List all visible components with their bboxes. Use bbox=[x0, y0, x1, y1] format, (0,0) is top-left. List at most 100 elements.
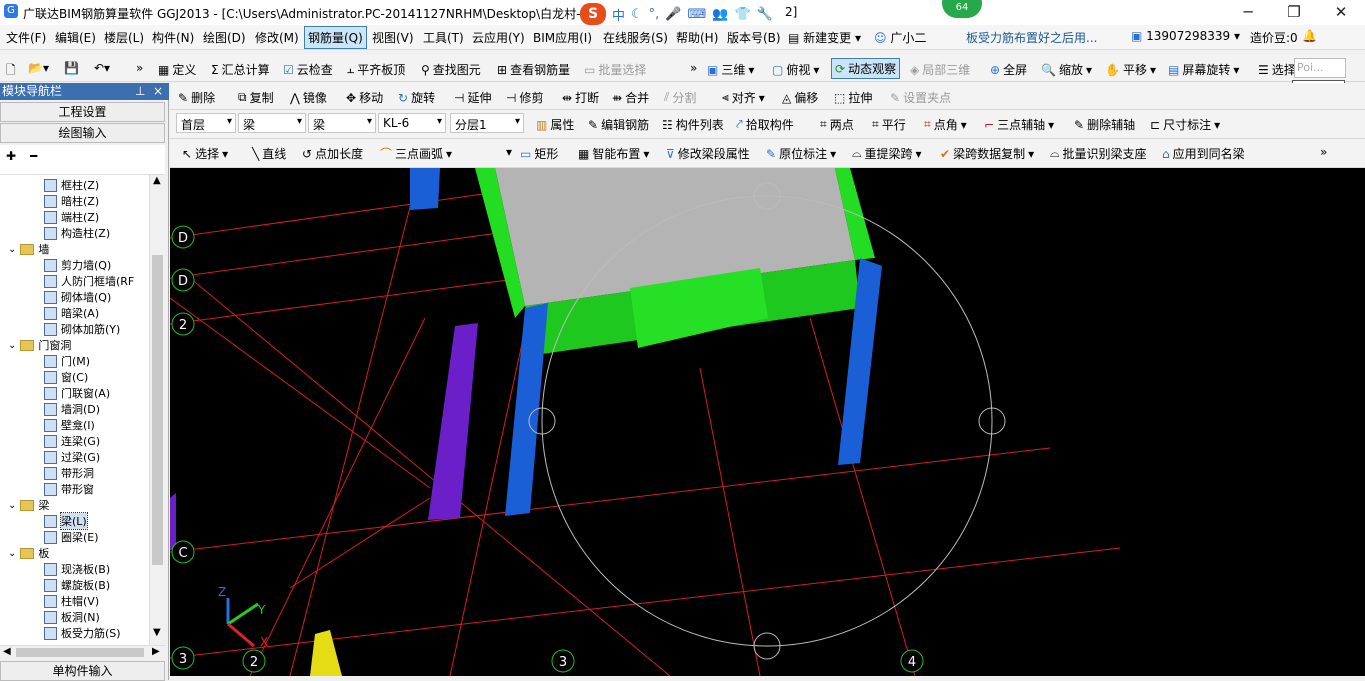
tree-item[interactable]: 门联窗(A) bbox=[44, 385, 110, 401]
column-top-left[interactable] bbox=[410, 168, 440, 210]
column-purple[interactable] bbox=[428, 323, 478, 520]
set-grip-button[interactable]: ✎ 设置夹点 bbox=[890, 89, 951, 106]
scroll-right-icon[interactable]: ▶ bbox=[152, 646, 160, 657]
overflow-chevron-icon[interactable]: » bbox=[136, 61, 143, 75]
tree-item[interactable]: 砌体加筋(Y) bbox=[44, 321, 120, 337]
expand-toggle-icon[interactable]: ⌄ bbox=[8, 340, 16, 351]
new-change-button[interactable]: ▤ 新建变更 ▾ bbox=[788, 29, 861, 46]
overflow-chevron-icon-3[interactable]: » bbox=[1320, 145, 1327, 159]
subtype-select[interactable]: 梁 bbox=[308, 113, 376, 133]
three-point-arc-button[interactable]: ⌒ 三点画弧 ▾ bbox=[380, 145, 452, 162]
tree-group[interactable]: ⌄ 板 bbox=[8, 545, 49, 561]
assistant-button[interactable]: ☺ 广小二 bbox=[874, 29, 926, 46]
find-element-button[interactable]: ⚲ 查找图元 bbox=[421, 61, 481, 78]
tree-item[interactable]: 板受力筋(S) bbox=[44, 625, 121, 641]
menu-draw[interactable]: 绘图(D) bbox=[203, 29, 246, 46]
tree-item[interactable]: 墙洞(D) bbox=[44, 401, 100, 417]
tree-item[interactable]: 砌体墙(Q) bbox=[44, 289, 111, 305]
drawing-canvas-3d[interactable]: D D 2 C 3 2 3 4 Z Y X bbox=[170, 168, 1365, 676]
floor-select[interactable]: 首层 bbox=[176, 113, 236, 133]
sogou-icon[interactable]: S bbox=[580, 3, 606, 25]
tree-item[interactable]: 带形洞 bbox=[44, 465, 94, 481]
tree-item[interactable]: 暗柱(Z) bbox=[44, 193, 99, 209]
tree-item[interactable]: 过梁(G) bbox=[44, 449, 100, 465]
menu-online[interactable]: 在线服务(S) bbox=[603, 29, 668, 46]
line-button[interactable]: ╲ 直线 bbox=[252, 145, 286, 162]
undo-icon[interactable]: ↶▾ bbox=[94, 61, 110, 75]
menu-edit[interactable]: 编辑(E) bbox=[55, 29, 96, 46]
notification-badge[interactable]: 64 bbox=[942, 0, 982, 18]
moon-icon[interactable]: ☾ bbox=[631, 7, 643, 22]
copy-button[interactable]: ⧉ 复制 bbox=[238, 89, 274, 106]
tree-item[interactable]: 螺旋板(B) bbox=[44, 577, 110, 593]
new-file-icon[interactable]: 🗋 bbox=[6, 61, 16, 82]
restore-button[interactable]: ❐ bbox=[1271, 0, 1317, 25]
pin-icon[interactable]: ⊥ bbox=[135, 83, 145, 100]
rotate-button[interactable]: ↻ 旋转 bbox=[398, 89, 435, 106]
tree-group[interactable]: ⌄ 门窗洞 bbox=[8, 337, 71, 353]
tree-group[interactable]: ⌄ 梁 bbox=[8, 497, 49, 513]
tree-item[interactable]: 现浇板(B) bbox=[44, 561, 110, 577]
bell-icon[interactable]: 🔔 bbox=[1302, 29, 1317, 43]
tree-item[interactable]: 窗(C) bbox=[44, 369, 88, 385]
dynamic-observe-button[interactable]: ⟳ 动态观察 bbox=[831, 58, 901, 79]
open-folder-icon[interactable]: 📂▾ bbox=[28, 61, 49, 75]
tree-item[interactable]: 暗梁(A) bbox=[44, 305, 99, 321]
dimension-button[interactable]: ⊏ 尺寸标注 ▾ bbox=[1150, 116, 1220, 133]
overflow-chevron-icon-2[interactable]: » bbox=[690, 61, 697, 75]
component-list-button[interactable]: ☷ 构件列表 bbox=[662, 116, 724, 133]
close-panel-icon[interactable]: × bbox=[153, 83, 163, 100]
menu-cloud[interactable]: 云应用(Y) bbox=[472, 29, 525, 46]
column-front-left[interactable] bbox=[505, 303, 548, 516]
tree-item[interactable]: 剪力墙(Q) bbox=[44, 257, 111, 273]
three-d-button[interactable]: ▣ 三维 ▾ bbox=[707, 61, 754, 78]
smart-layout-button[interactable]: ▦ 智能布置 ▾ bbox=[578, 145, 649, 162]
top-view-button[interactable]: ▢ 俯视 ▾ bbox=[772, 61, 819, 78]
layer-select[interactable]: 分层1 bbox=[450, 113, 524, 133]
re-extract-span-button[interactable]: ⌓ 重提梁跨 ▾ bbox=[852, 145, 922, 162]
scroll-left-icon[interactable]: ◀ bbox=[3, 646, 11, 657]
expand-toggle-icon[interactable]: ⌄ bbox=[8, 500, 16, 511]
scroll-thumb[interactable] bbox=[152, 255, 163, 565]
offset-button[interactable]: ◬ 偏移 bbox=[782, 89, 818, 106]
merge-button[interactable]: ⇻ 合并 bbox=[612, 89, 649, 106]
tree-item[interactable]: 人防门框墙(RF bbox=[44, 273, 134, 289]
tree-item[interactable]: 连梁(G) bbox=[44, 433, 100, 449]
expand-toggle-icon[interactable]: ⌄ bbox=[8, 548, 16, 559]
ime-bar[interactable]: S 中 ☾ °, 🎤 ⌨ 👥 👕 🔧 bbox=[580, 3, 773, 25]
select-button[interactable]: ☰ 选择 bbox=[1258, 61, 1296, 78]
tree-item[interactable]: 框柱(Z) bbox=[44, 177, 99, 193]
menu-bim[interactable]: BIM应用(I) bbox=[533, 29, 592, 46]
define-button[interactable]: ▦ 定义 bbox=[158, 61, 196, 78]
fullscreen-button[interactable]: ⊕ 全屏 bbox=[990, 61, 1027, 78]
project-settings-button[interactable]: 工程设置 bbox=[0, 102, 165, 122]
summary-calc-button[interactable]: Σ 汇总计算 bbox=[211, 61, 270, 78]
break-button[interactable]: ⇹ 打断 bbox=[562, 89, 599, 106]
stretch-button[interactable]: ⬚ 拉伸 bbox=[834, 89, 872, 106]
menu-version[interactable]: 版本号(B) bbox=[727, 29, 781, 46]
align-button[interactable]: ⫷ 对齐 ▾ bbox=[722, 89, 765, 106]
cloud-check-button[interactable]: ☑ 云检查 bbox=[283, 61, 333, 78]
tree-scrollbar[interactable]: ▲ ▼ bbox=[149, 175, 165, 645]
shirt-icon[interactable]: 👕 bbox=[734, 7, 750, 22]
parallel-button[interactable]: ⌗ 平行 bbox=[872, 116, 906, 133]
menu-view[interactable]: 视图(V) bbox=[372, 29, 414, 46]
scroll-down-icon[interactable]: ▼ bbox=[153, 627, 161, 638]
menu-tools[interactable]: 工具(T) bbox=[423, 29, 464, 46]
poi-input[interactable]: Poi... bbox=[1294, 58, 1346, 78]
tree-item[interactable]: 圈梁(E) bbox=[44, 529, 99, 545]
hscroll-thumb[interactable] bbox=[16, 648, 144, 657]
delete-button[interactable]: ✎ 删除 bbox=[178, 89, 215, 106]
menu-component[interactable]: 构件(N) bbox=[152, 29, 194, 46]
extend-button[interactable]: ⊣ 延伸 bbox=[454, 89, 491, 106]
type-select[interactable]: 梁 bbox=[238, 113, 306, 133]
rectangle-button[interactable]: ▭ 矩形 bbox=[520, 145, 558, 162]
tree-item[interactable]: 梁(L) bbox=[44, 512, 88, 530]
point-angle-button[interactable]: ⌗ 点角 ▾ bbox=[924, 116, 967, 133]
wrench-icon[interactable]: 🔧 bbox=[757, 7, 773, 22]
tree-item[interactable]: 门(M) bbox=[44, 353, 90, 369]
scene-svg[interactable]: D D 2 C 3 2 3 4 Z Y X bbox=[170, 168, 1365, 676]
keyboard-icon[interactable]: ⌨ bbox=[688, 7, 707, 22]
minimize-button[interactable]: ─ bbox=[1225, 0, 1271, 25]
menu-modify[interactable]: 修改(M) bbox=[255, 29, 299, 46]
